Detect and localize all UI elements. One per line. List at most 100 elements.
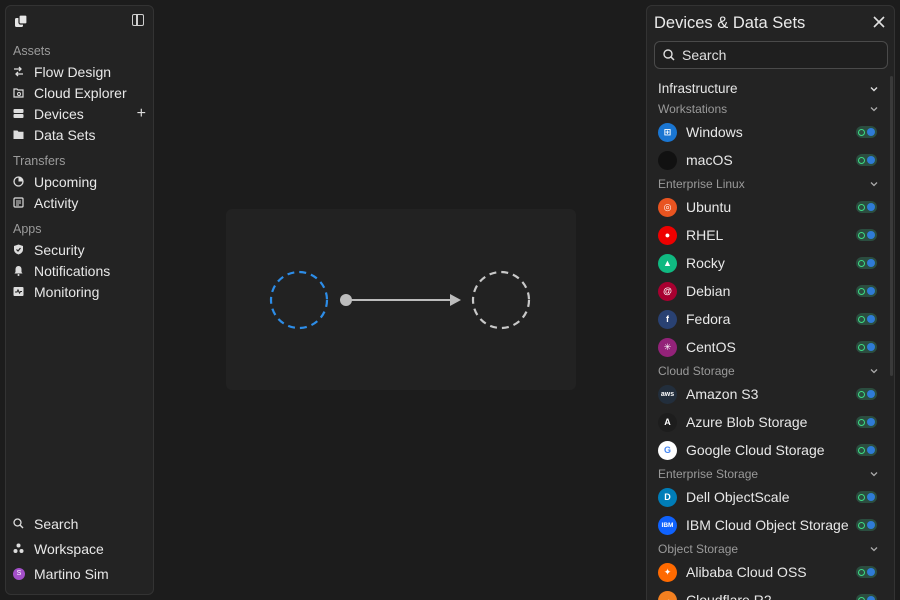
subgroup-workstations[interactable]: Workstations: [647, 99, 887, 118]
app-logo-icon[interactable]: [14, 14, 28, 28]
connect-toggle-icon[interactable]: [856, 416, 877, 428]
connect-toggle-icon[interactable]: [856, 341, 877, 353]
search-icon: [663, 49, 675, 61]
device-label: Windows: [686, 124, 743, 140]
connector-dot-icon: [867, 287, 875, 295]
device-logo-icon: IBM: [658, 515, 677, 535]
device-row[interactable]: macOS: [647, 146, 887, 174]
connector-ring-icon: [858, 521, 865, 529]
subgroup-enterprise-linux[interactable]: Enterprise Linux: [647, 174, 887, 193]
connector-ring-icon: [858, 128, 865, 136]
section-transfers: Transfers: [13, 154, 66, 168]
connector-dot-icon: [867, 156, 875, 164]
flow-icon: [14, 66, 23, 77]
connect-toggle-icon[interactable]: [856, 126, 877, 138]
device-row[interactable]: A Azure Blob Storage: [647, 408, 887, 436]
connector-ring-icon: [858, 315, 865, 323]
device-label: Amazon S3: [686, 386, 759, 402]
device-label: IBM Cloud Object Storage: [686, 517, 849, 533]
connector-ring-icon: [858, 203, 865, 211]
device-row[interactable]: G Google Cloud Storage: [647, 436, 887, 464]
panel-scrollbar[interactable]: [890, 76, 893, 376]
connector-dot-icon: [867, 446, 875, 454]
subgroup-label: Workstations: [658, 101, 728, 116]
device-label: Alibaba Cloud OSS: [686, 564, 807, 580]
device-row[interactable]: ☁ Cloudflare R2: [647, 586, 887, 600]
group-infrastructure[interactable]: Infrastructure: [647, 78, 887, 99]
edge-arrowhead: [450, 294, 461, 306]
chevron-down-icon: [870, 86, 878, 91]
sidebar-item-monitoring[interactable]: Monitoring: [6, 281, 153, 302]
sidebar-item-label: Devices: [34, 105, 84, 122]
subgroup-label: Object Storage: [658, 541, 739, 556]
device-list: Infrastructure Workstations ⊞ Windows macO…: [647, 76, 887, 600]
sidebar-search-button[interactable]: Search: [6, 511, 153, 536]
connector-ring-icon: [858, 446, 865, 454]
connector-dot-icon: [867, 418, 875, 426]
connect-toggle-icon[interactable]: [856, 201, 877, 213]
subgroup-object-storage[interactable]: Object Storage: [647, 539, 887, 558]
sidebar-item-label: Data Sets: [34, 126, 96, 143]
device-row[interactable]: aws Amazon S3: [647, 380, 887, 408]
sidebar-item-label: Workspace: [34, 540, 104, 557]
device-row[interactable]: f Fedora: [647, 305, 887, 333]
collapse-sidebar-icon[interactable]: [132, 14, 144, 26]
sidebar-item-label: Notifications: [34, 262, 111, 279]
device-row[interactable]: ● RHEL: [647, 221, 887, 249]
clock-half-icon: [13, 176, 24, 187]
sidebar-item-cloud-explorer[interactable]: Cloud Explorer: [6, 82, 153, 103]
sidebar-workspace-button[interactable]: Workspace: [6, 536, 153, 561]
add-device-icon[interactable]: +: [137, 105, 146, 123]
target-node-placeholder[interactable]: [471, 270, 531, 330]
close-icon[interactable]: [873, 16, 885, 28]
device-label: Rocky: [686, 255, 725, 271]
connect-toggle-icon[interactable]: [856, 154, 877, 166]
connect-toggle-icon[interactable]: [856, 519, 877, 531]
connect-toggle-icon[interactable]: [856, 313, 877, 325]
panel-search-box[interactable]: [654, 41, 888, 69]
connect-toggle-icon[interactable]: [856, 594, 877, 600]
device-row[interactable]: ✳ CentOS: [647, 333, 887, 361]
sidebar-item-data-sets[interactable]: Data Sets: [6, 124, 153, 145]
connector-dot-icon: [867, 128, 875, 136]
device-row[interactable]: D Dell ObjectScale: [647, 483, 887, 511]
sidebar-item-upcoming[interactable]: Upcoming: [6, 171, 153, 192]
connect-toggle-icon[interactable]: [856, 491, 877, 503]
connector-dot-icon: [867, 390, 875, 398]
source-node-placeholder[interactable]: [269, 270, 329, 330]
connect-toggle-icon[interactable]: [856, 388, 877, 400]
sidebar-item-label: Monitoring: [34, 283, 100, 300]
subgroup-label: Enterprise Linux: [658, 176, 745, 191]
sidebar-item-flow-design[interactable]: Flow Design: [6, 61, 153, 82]
device-label: Debian: [686, 283, 731, 299]
chevron-down-icon: [870, 368, 878, 373]
sidebar-item-notifications[interactable]: Notifications: [6, 260, 153, 281]
flow-canvas-card[interactable]: [226, 209, 576, 390]
device-logo-icon: G: [658, 440, 677, 460]
connect-toggle-icon[interactable]: [856, 257, 877, 269]
search-input[interactable]: [682, 47, 872, 63]
device-row[interactable]: ⊞ Windows: [647, 118, 887, 146]
subgroup-label: Enterprise Storage: [658, 466, 759, 481]
device-row[interactable]: ▲ Rocky: [647, 249, 887, 277]
device-row[interactable]: ◎ Ubuntu: [647, 193, 887, 221]
cloud-folder-icon: [13, 88, 24, 98]
device-logo-icon: ✳: [658, 337, 677, 357]
sidebar-item-security[interactable]: Security: [6, 239, 153, 260]
sidebar-item-activity[interactable]: Activity: [6, 192, 153, 213]
sidebar-user-button[interactable]: S Martino Sim: [6, 561, 153, 586]
subgroup-enterprise-storage[interactable]: Enterprise Storage: [647, 464, 887, 483]
device-logo-icon: ⊞: [658, 122, 677, 142]
connect-toggle-icon[interactable]: [856, 566, 877, 578]
connector-dot-icon: [867, 343, 875, 351]
device-row[interactable]: ✦ Alibaba Cloud OSS: [647, 558, 887, 586]
chevron-down-icon: [870, 181, 878, 186]
device-row[interactable]: IBM IBM Cloud Object Storage: [647, 511, 887, 539]
subgroup-cloud-storage[interactable]: Cloud Storage: [647, 361, 887, 380]
device-row[interactable]: @ Debian: [647, 277, 887, 305]
connect-toggle-icon[interactable]: [856, 229, 877, 241]
sidebar-item-devices[interactable]: Devices +: [6, 103, 153, 124]
device-logo-icon: ●: [658, 225, 677, 245]
connect-toggle-icon[interactable]: [856, 285, 877, 297]
connect-toggle-icon[interactable]: [856, 444, 877, 456]
